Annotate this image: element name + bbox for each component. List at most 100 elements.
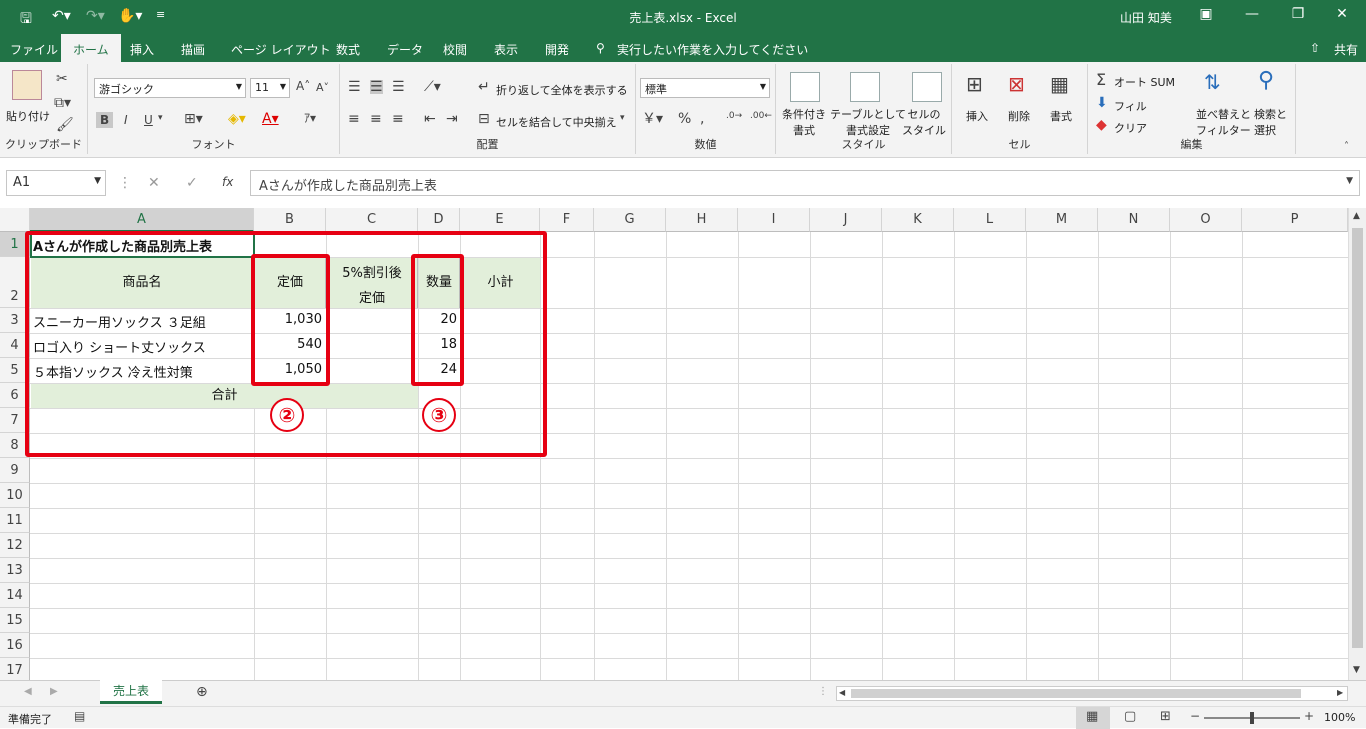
find-icon[interactable]: ⚲ bbox=[1258, 70, 1274, 92]
tab-draw[interactable]: 描画 bbox=[181, 41, 205, 58]
col-header[interactable]: H bbox=[666, 208, 738, 232]
horizontal-scrollbar[interactable]: ◀ ▶ bbox=[836, 686, 1348, 701]
col-header[interactable]: M bbox=[1026, 208, 1098, 232]
macro-record-icon[interactable]: ▤ bbox=[74, 710, 85, 722]
conditional-format-button[interactable]: 条件付き 書式 bbox=[782, 106, 826, 138]
scroll-up-icon[interactable]: ▲ bbox=[1353, 212, 1360, 221]
cell-styles-icon[interactable] bbox=[912, 72, 942, 102]
percent-icon[interactable]: % bbox=[678, 112, 691, 126]
delete-cells-button[interactable]: 削除 bbox=[1008, 108, 1030, 124]
user-name[interactable]: 山田 知美 bbox=[1120, 9, 1172, 26]
tab-formulas[interactable]: 数式 bbox=[336, 41, 360, 58]
format-painter-icon[interactable]: 🖌 bbox=[56, 118, 74, 132]
sort-filter-button[interactable]: 並べ替えと フィルター bbox=[1196, 106, 1251, 138]
col-header[interactable]: I bbox=[738, 208, 810, 232]
fill-icon[interactable]: ⬇ bbox=[1096, 96, 1108, 110]
decrease-decimal-icon[interactable]: .00← bbox=[750, 112, 772, 121]
comma-icon[interactable]: , bbox=[700, 112, 704, 126]
increase-indent-icon[interactable]: ⇥ bbox=[446, 112, 458, 126]
row-header[interactable]: 10 bbox=[0, 483, 30, 508]
restore-icon[interactable]: ❐ bbox=[1278, 6, 1318, 22]
minimize-icon[interactable]: — bbox=[1232, 6, 1272, 22]
fill-button[interactable]: フィル bbox=[1114, 98, 1147, 114]
paste-icon[interactable] bbox=[12, 70, 42, 100]
merge-center-button[interactable]: セルを結合して中央揃え bbox=[496, 114, 617, 130]
col-header[interactable]: J bbox=[810, 208, 882, 232]
col-header[interactable]: C bbox=[326, 208, 418, 232]
italic-button[interactable]: I bbox=[124, 114, 128, 126]
merge-icon[interactable]: ⊟ bbox=[478, 112, 490, 126]
border-icon[interactable]: ⊞▾ bbox=[184, 112, 203, 126]
paste-button[interactable]: 貼り付け bbox=[6, 108, 50, 124]
row-header[interactable]: 11 bbox=[0, 508, 30, 533]
decrease-indent-icon[interactable]: ⇤ bbox=[424, 112, 436, 126]
insert-function-icon[interactable]: fx bbox=[222, 176, 233, 188]
confirm-entry-icon[interactable]: ✓ bbox=[186, 176, 198, 190]
row-header[interactable]: 14 bbox=[0, 583, 30, 608]
row-header[interactable]: 15 bbox=[0, 608, 30, 633]
row-header[interactable]: 12 bbox=[0, 533, 30, 558]
col-header[interactable]: P bbox=[1242, 208, 1348, 232]
cancel-entry-icon[interactable]: ✕ bbox=[148, 176, 160, 190]
font-name-select[interactable]: 游ゴシック ▼ bbox=[94, 78, 246, 98]
tab-page-layout[interactable]: ページ レイアウト bbox=[231, 41, 331, 58]
row-header[interactable]: 13 bbox=[0, 558, 30, 583]
align-bottom-icon[interactable]: ☰ bbox=[392, 80, 405, 94]
row-header[interactable]: 16 bbox=[0, 633, 30, 658]
add-sheet-icon[interactable]: ⊕ bbox=[196, 685, 208, 699]
zoom-thumb[interactable] bbox=[1250, 712, 1254, 724]
delete-cells-icon[interactable]: ⊠ bbox=[1008, 74, 1025, 94]
close-icon[interactable]: ✕ bbox=[1322, 6, 1362, 22]
page-break-view-icon[interactable]: ⊞ bbox=[1160, 710, 1171, 723]
vertical-scrollbar[interactable]: ▲ ▼ bbox=[1348, 208, 1366, 680]
col-header[interactable]: A bbox=[30, 208, 254, 232]
row-header[interactable]: 9 bbox=[0, 458, 30, 483]
col-header[interactable]: E bbox=[460, 208, 540, 232]
scroll-right-icon[interactable]: ▶ bbox=[1337, 689, 1343, 697]
align-middle-icon[interactable]: ☰ bbox=[370, 80, 383, 94]
align-right-icon[interactable]: ≡ bbox=[392, 112, 404, 126]
font-size-select[interactable]: 11 ▼ bbox=[250, 78, 290, 98]
autosum-icon[interactable]: Σ bbox=[1096, 72, 1106, 88]
col-header[interactable]: O bbox=[1170, 208, 1242, 232]
zoom-out-icon[interactable]: − bbox=[1190, 710, 1200, 722]
normal-view-icon[interactable]: ▦ bbox=[1086, 710, 1098, 723]
insert-cells-button[interactable]: 挿入 bbox=[966, 108, 988, 124]
clear-icon[interactable]: ◆ bbox=[1096, 118, 1107, 132]
wrap-text-icon[interactable]: ↵ bbox=[478, 80, 490, 94]
align-top-icon[interactable]: ☰ bbox=[348, 80, 361, 94]
tab-developer[interactable]: 開発 bbox=[545, 41, 569, 58]
clear-button[interactable]: クリア bbox=[1114, 120, 1147, 136]
sheet-tab[interactable]: 売上表 bbox=[100, 680, 162, 704]
wrap-text-button[interactable]: 折り返して全体を表示する bbox=[496, 82, 628, 98]
insert-cells-icon[interactable]: ⊞ bbox=[966, 74, 983, 94]
col-header[interactable]: N bbox=[1098, 208, 1170, 232]
collapse-ribbon-icon[interactable]: ˄ bbox=[1344, 142, 1349, 152]
scroll-left-icon[interactable]: ◀ bbox=[839, 689, 845, 697]
align-left-icon[interactable]: ≡ bbox=[348, 112, 360, 126]
cell-styles-button[interactable]: セルの スタイル bbox=[902, 106, 946, 138]
col-header[interactable]: K bbox=[882, 208, 954, 232]
zoom-level[interactable]: 100% bbox=[1324, 711, 1355, 724]
ribbon-display-icon[interactable]: ▣ bbox=[1186, 6, 1226, 22]
zoom-in-icon[interactable]: + bbox=[1304, 710, 1314, 722]
currency-icon[interactable]: ￥▾ bbox=[642, 112, 663, 126]
orientation-icon[interactable]: ⟋▾ bbox=[424, 80, 441, 94]
tab-view[interactable]: 表示 bbox=[494, 41, 518, 58]
next-sheet-icon[interactable]: ▶ bbox=[50, 687, 58, 697]
row-header[interactable]: 17 bbox=[0, 658, 30, 680]
tab-review[interactable]: 校閲 bbox=[443, 41, 467, 58]
formula-input[interactable]: Aさんが作成した商品別売上表 ▼ bbox=[250, 170, 1360, 196]
h-scroll-thumb[interactable] bbox=[851, 689, 1301, 698]
share-icon[interactable]: ⇧ bbox=[1310, 41, 1320, 55]
col-header[interactable]: D bbox=[418, 208, 460, 232]
tab-home[interactable]: ホーム bbox=[61, 34, 121, 62]
underline-dropdown-icon[interactable]: ▾ bbox=[158, 114, 163, 123]
page-layout-view-icon[interactable]: ▢ bbox=[1124, 710, 1136, 723]
col-header[interactable]: L bbox=[954, 208, 1026, 232]
autosum-button[interactable]: オート SUM bbox=[1114, 74, 1175, 90]
tell-me-input[interactable]: 実行したい作業を入力してください bbox=[617, 41, 808, 58]
tab-data[interactable]: データ bbox=[387, 41, 423, 58]
format-cells-icon[interactable]: ▦ bbox=[1050, 74, 1069, 94]
increase-decimal-icon[interactable]: .0→ bbox=[726, 112, 742, 121]
